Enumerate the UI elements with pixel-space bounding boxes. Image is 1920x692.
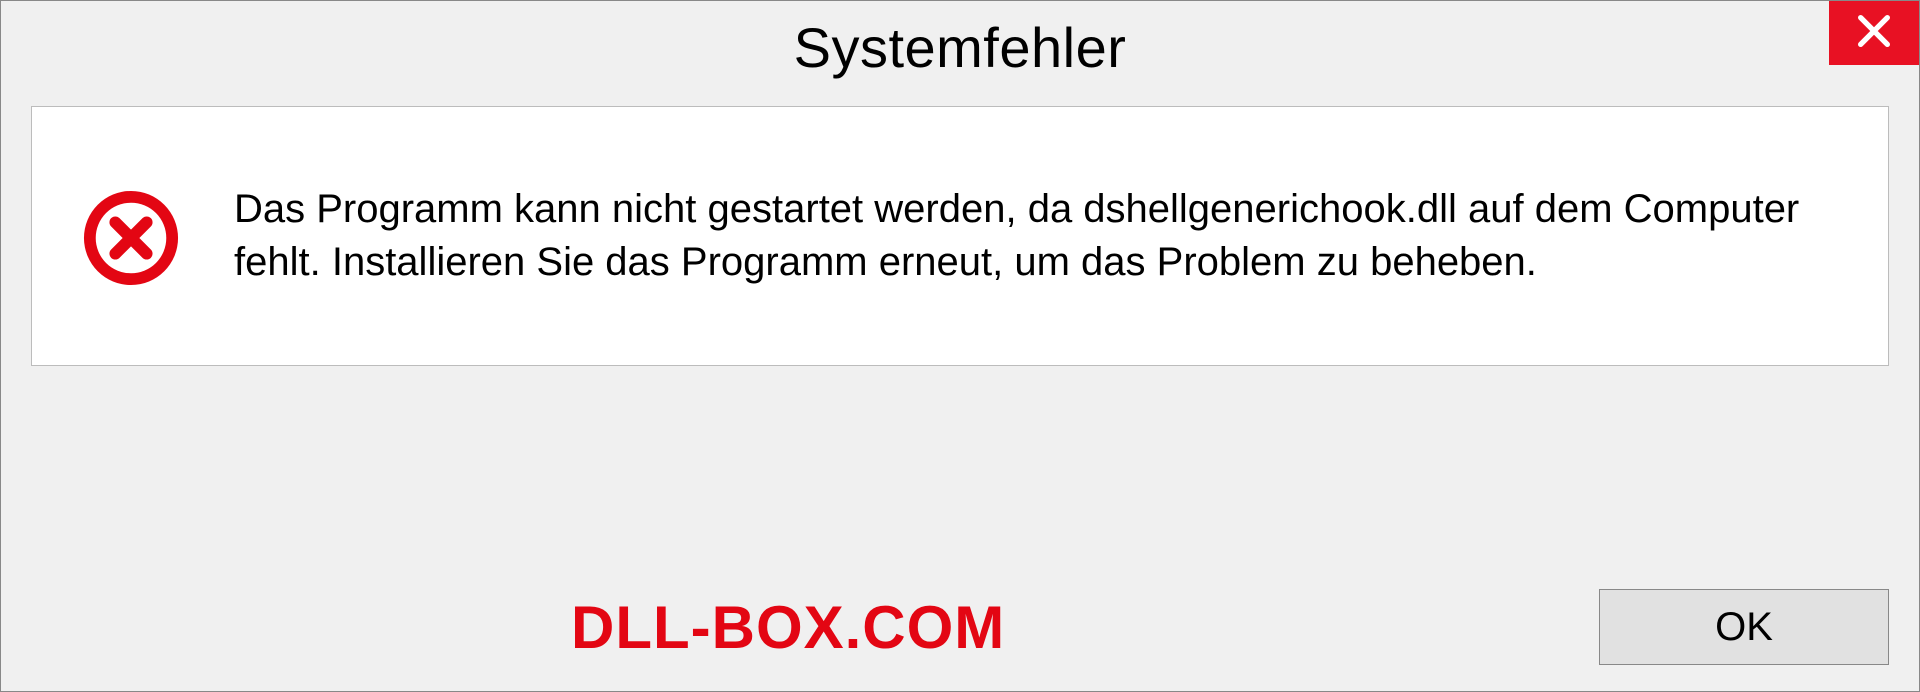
- watermark-text: DLL-BOX.COM: [571, 593, 1005, 662]
- close-icon: [1854, 11, 1894, 56]
- dialog-title: Systemfehler: [1, 15, 1919, 80]
- ok-button-label: OK: [1715, 605, 1773, 650]
- dialog-content: Das Programm kann nicht gestartet werden…: [31, 106, 1889, 366]
- error-message: Das Programm kann nicht gestartet werden…: [234, 183, 1838, 289]
- error-icon: [82, 189, 180, 287]
- dialog-footer: DLL-BOX.COM OK: [31, 589, 1889, 665]
- ok-button[interactable]: OK: [1599, 589, 1889, 665]
- close-button[interactable]: [1829, 1, 1919, 65]
- error-dialog: Systemfehler Das Programm kann nicht ges…: [0, 0, 1920, 692]
